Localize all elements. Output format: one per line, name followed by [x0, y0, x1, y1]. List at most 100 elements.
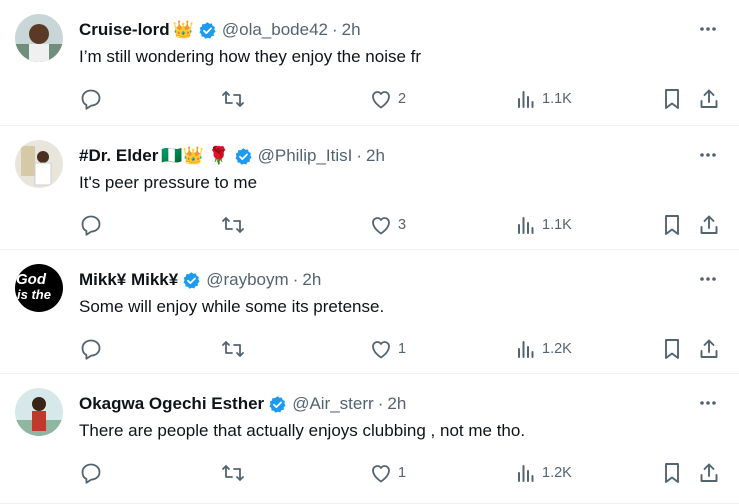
bookmark-button[interactable]: [661, 336, 683, 362]
avatar[interactable]: [15, 388, 63, 436]
tweet-feed: Cruise-lord 👑 @ola_bode42 · 2h I’m still…: [0, 0, 739, 504]
reply-button[interactable]: [79, 86, 103, 112]
display-name[interactable]: Mikk¥ Mikk¥: [79, 270, 178, 290]
reply-icon: [81, 339, 101, 360]
avatar[interactable]: [15, 140, 63, 188]
share-button[interactable]: [697, 86, 721, 112]
retweet-button[interactable]: [220, 212, 246, 238]
timestamp[interactable]: 2h: [302, 270, 321, 290]
retweet-button[interactable]: [220, 336, 246, 362]
view-count: 1.2K: [542, 465, 572, 481]
reply-button[interactable]: [79, 212, 103, 238]
like-button[interactable]: 3: [369, 212, 406, 238]
share-icon: [700, 339, 718, 358]
name-emoji: 🇳🇬👑 🌹: [161, 146, 230, 165]
avatar-text: God: [16, 271, 47, 288]
tweet[interactable]: #Dr. Elder 🇳🇬👑 🌹 @Philip_ItisI · 2h It's…: [0, 126, 739, 250]
bookmark-icon: [665, 463, 679, 483]
heart-icon: [372, 91, 390, 109]
heart-icon: [372, 341, 390, 359]
user-handle[interactable]: @rayboym: [206, 270, 288, 290]
display-name[interactable]: Cruise-lord: [79, 20, 170, 40]
like-button[interactable]: 1: [369, 336, 406, 362]
user-handle[interactable]: @Philip_ItisI: [258, 146, 353, 166]
reply-button[interactable]: [79, 336, 103, 362]
bookmark-icon: [665, 89, 679, 109]
avatar[interactable]: [15, 14, 63, 62]
like-count: 1: [398, 341, 407, 357]
user-handle[interactable]: @ola_bode42: [222, 20, 328, 40]
verified-badge-icon: [198, 21, 217, 40]
action-bar: 1 1.2K: [0, 336, 739, 362]
like-count: 2: [398, 91, 407, 107]
tweet-text: There are people that actually enjoys cl…: [79, 421, 526, 440]
reply-icon: [81, 463, 101, 484]
separator-dot: ·: [377, 394, 384, 413]
retweet-button[interactable]: [220, 86, 246, 112]
more-options-icon[interactable]: [697, 144, 719, 166]
views-button[interactable]: 1.2K: [515, 336, 572, 362]
retweet-icon: [222, 91, 244, 107]
tweet-text: I’m still wondering how they enjoy the n…: [79, 47, 422, 66]
views-button[interactable]: 1.2K: [515, 460, 572, 486]
reply-icon: [81, 89, 101, 110]
analytics-icon: [518, 91, 534, 108]
tweet-text: It's peer pressure to me: [79, 173, 258, 192]
analytics-icon: [518, 465, 534, 482]
tweet-header: Mikk¥ Mikk¥ @rayboym · 2h: [79, 266, 699, 294]
heart-icon: [372, 465, 390, 483]
display-name[interactable]: Okagwa Ogechi Esther: [79, 394, 264, 414]
separator-dot: ·: [332, 20, 338, 39]
tweet-header: Cruise-lord 👑 @ola_bode42 · 2h: [79, 16, 699, 44]
more-options-icon[interactable]: [697, 392, 719, 414]
action-bar: 3 1.1K: [0, 212, 739, 238]
separator-dot: ·: [356, 146, 363, 165]
reply-button[interactable]: [79, 460, 103, 486]
share-icon: [700, 89, 718, 108]
views-button[interactable]: 1.1K: [515, 212, 572, 238]
verified-badge-icon: [182, 271, 201, 290]
more-options-icon[interactable]: [697, 18, 719, 40]
timestamp[interactable]: 2h: [342, 20, 361, 40]
retweet-button[interactable]: [220, 460, 246, 486]
tweet[interactable]: Cruise-lord 👑 @ola_bode42 · 2h I’m still…: [0, 0, 739, 126]
retweet-icon: [222, 341, 244, 357]
share-button[interactable]: [697, 336, 721, 362]
view-count: 1.2K: [542, 341, 572, 357]
retweet-icon: [222, 217, 244, 233]
avatar[interactable]: God is the: [15, 264, 63, 312]
bookmark-icon: [665, 339, 679, 359]
bookmark-button[interactable]: [661, 86, 683, 112]
share-icon: [700, 215, 718, 234]
views-button[interactable]: 1.1K: [515, 86, 572, 112]
share-button[interactable]: [697, 460, 721, 486]
view-count: 1.1K: [542, 217, 572, 233]
analytics-icon: [518, 217, 534, 234]
bookmark-icon: [665, 215, 679, 235]
bookmark-button[interactable]: [661, 460, 683, 486]
tweet-text: Some will enjoy while some its pretense.: [79, 297, 385, 316]
tweet[interactable]: God is the Mikk¥ Mikk¥ @rayboym · 2h Som…: [0, 250, 739, 374]
analytics-icon: [518, 341, 534, 358]
user-handle[interactable]: @Air_sterr: [292, 394, 374, 414]
avatar-text: is the: [17, 287, 51, 302]
timestamp[interactable]: 2h: [387, 394, 406, 414]
more-options-icon[interactable]: [697, 268, 719, 290]
action-bar: 2 1.1K: [0, 86, 739, 112]
reply-icon: [81, 215, 101, 236]
heart-icon: [372, 217, 390, 235]
timestamp[interactable]: 2h: [366, 146, 385, 166]
view-count: 1.1K: [542, 91, 572, 107]
tweet[interactable]: Okagwa Ogechi Esther @Air_sterr · 2h The…: [0, 374, 739, 504]
share-button[interactable]: [697, 212, 721, 238]
share-icon: [700, 463, 718, 482]
like-button[interactable]: 2: [369, 86, 406, 112]
like-button[interactable]: 1: [369, 460, 406, 486]
tweet-header: Okagwa Ogechi Esther @Air_sterr · 2h: [79, 390, 699, 418]
like-count: 3: [398, 217, 407, 233]
display-name[interactable]: #Dr. Elder: [79, 146, 158, 166]
tweet-header: #Dr. Elder 🇳🇬👑 🌹 @Philip_ItisI · 2h: [79, 142, 699, 170]
like-count: 1: [398, 465, 407, 481]
separator-dot: ·: [292, 270, 299, 289]
bookmark-button[interactable]: [661, 212, 683, 238]
